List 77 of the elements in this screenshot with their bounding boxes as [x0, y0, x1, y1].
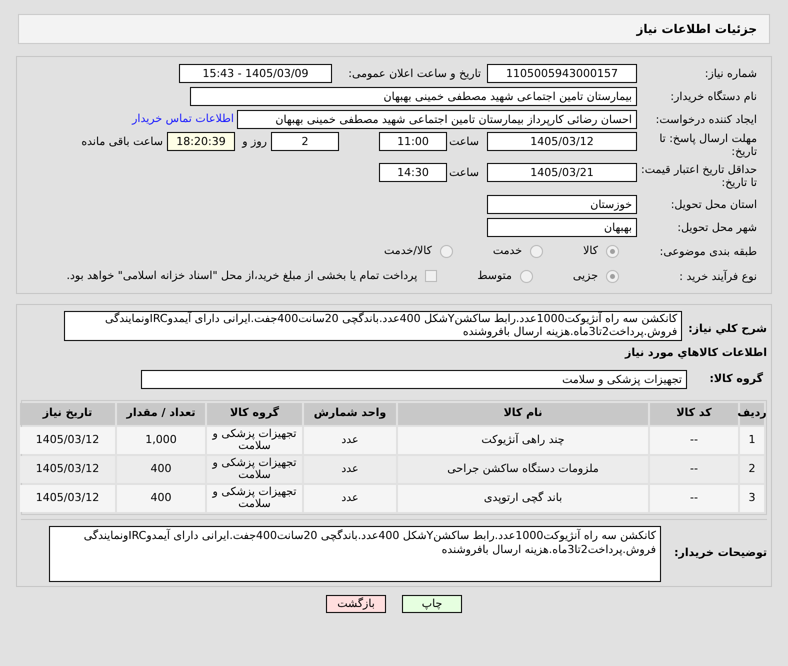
city-field[interactable]: بهبهان: [487, 218, 637, 236]
days-label: روز و: [240, 134, 268, 150]
table-cell: 400: [117, 456, 205, 482]
description-textarea[interactable]: کانکشن سه راه آنژیوکت1000عدد.رابط ساکشنYشکل 400عدد.باندگچی 20سانت400جفت.ایرانی دارای آیمدوIRCونمایندگی فروش.پرداخت2تا3ماه.هزینه ارسال بافروشنده: [64, 311, 682, 341]
time-label: ساعت: [448, 165, 480, 181]
table-cell: 1405/03/12: [20, 426, 115, 454]
radio-label: کالا: [583, 242, 598, 259]
table-cell: 2: [740, 456, 764, 482]
field-label: طبقه بندی موضوعی:: [658, 244, 757, 258]
column-header: نام کالا: [398, 402, 648, 424]
page-title: جزئیات اطلاعات نیاز: [636, 21, 757, 38]
table-cell: 3: [740, 484, 764, 512]
field-label: نوع فرآیند خرید :: [678, 270, 757, 282]
radio-button[interactable]: [440, 244, 453, 258]
table-cell: تجهیزات پزشکی و سلامت: [207, 426, 302, 454]
reply-time-field[interactable]: 11:00: [379, 132, 447, 151]
section-heading: اطلاعات کالاهاي مورد نیاز: [624, 345, 767, 361]
table-cell: --: [650, 426, 738, 454]
validity-date-field[interactable]: 1405/03/21: [487, 163, 637, 182]
field-label: نام دستگاه خریدار:: [669, 90, 757, 102]
validity-time-field[interactable]: 14:30: [379, 163, 447, 182]
table-cell: --: [650, 484, 738, 512]
table-cell: تجهیزات پزشکی و سلامت: [207, 484, 302, 512]
table-cell: 1405/03/12: [20, 484, 115, 512]
radio-button[interactable]: [606, 244, 619, 258]
back-button[interactable]: بازگشت: [326, 594, 386, 612]
field-label: استان محل تحویل:: [670, 198, 757, 210]
column-header: ردیف: [740, 402, 764, 424]
radio-button[interactable]: [530, 244, 544, 258]
requester-field[interactable]: احسان رضائی کارپرداز بیمارستان تامین اجتماعی شهید مصطفی خمینی بهبهان: [237, 110, 637, 128]
column-header: گروه کالا: [207, 402, 302, 424]
radio-label: متوسط: [477, 268, 512, 284]
field-label: شهر محل تحویل:: [676, 220, 757, 234]
table-cell: 1: [740, 426, 764, 454]
checkbox[interactable]: [425, 270, 438, 282]
table-cell: عدد: [304, 426, 396, 454]
time-label: ساعت: [448, 134, 480, 150]
field-label: گروه کالا:: [708, 371, 764, 388]
table-cell: چند راهی آنژیوکت: [398, 426, 648, 454]
table-cell: --: [650, 456, 738, 482]
table-cell: 1405/03/12: [20, 456, 115, 482]
checkbox-label: پرداخت تمام یا بخشی از مبلغ خرید،از محل "اسناد خزانه اسلامی" خواهد بود.: [66, 268, 418, 284]
buyer-org-field[interactable]: بیمارستان تامین اجتماعی شهید مصطفی خمینی بهبهان: [190, 86, 637, 106]
remaining-label: ساعت باقی مانده: [81, 134, 164, 150]
days-field[interactable]: 2: [271, 132, 339, 151]
announce-date-field[interactable]: 1405/03/09 - 15:43: [179, 64, 332, 82]
table-cell: عدد: [304, 484, 396, 512]
province-field[interactable]: خوزستان: [487, 194, 637, 214]
column-header: واحد شمارش: [304, 402, 396, 424]
field-label: تاریخ و ساعت اعلان عمومی:: [347, 66, 482, 80]
column-header: تعداد / مقدار: [117, 402, 205, 424]
field-label: مهلت ارسال پاسخ: تا تاریخ:: [658, 132, 757, 158]
table-cell: ملزومات دستگاه ساکشن جراحی: [398, 456, 648, 482]
need-number-field[interactable]: 1105005943000157: [487, 64, 637, 82]
goods-group-field[interactable]: تجهیزات پزشکی و سلامت: [141, 370, 687, 389]
field-label: ایجاد کننده درخواست:: [654, 112, 757, 126]
remaining-time-field[interactable]: 18:20:39: [167, 132, 235, 151]
buyer-contact-link[interactable]: اطلاعات تماس خریدار: [132, 110, 237, 128]
buyer-notes-textarea[interactable]: کانکشن سه راه آنژیوکت1000عدد.رابط ساکشنYشکل 400عدد.باندگچی 20سانت400جفت.ایرانی دارای آیمدوIRCونمایندگی فروش.پرداخت2تا3ماه.هزینه ارسال بافروشنده: [49, 526, 661, 582]
field-label: توضیحات خریدار:: [673, 545, 767, 562]
table-cell: تجهیزات پزشکی و سلامت: [207, 456, 302, 482]
field-label: شرح کلي نیاز:: [688, 321, 767, 337]
field-label: شماره نیاز:: [704, 66, 757, 80]
radio-label: کالا/خدمت: [384, 242, 432, 259]
column-header: تاریخ نیاز: [20, 402, 115, 424]
table-cell: 400: [117, 484, 205, 512]
radio-label: جزیی: [572, 268, 598, 284]
radio-button[interactable]: [606, 270, 619, 282]
reply-date-field[interactable]: 1405/03/12: [487, 132, 637, 151]
column-header: کد کالا: [650, 402, 738, 424]
table-cell: 1,000: [117, 426, 205, 454]
print-button[interactable]: چاپ: [402, 594, 462, 612]
table-cell: عدد: [304, 456, 396, 482]
field-label: حداقل تاریخ اعتبار قیمت: تا تاریخ:: [640, 163, 757, 189]
table-cell: باند گچی ارتوپدی: [398, 484, 648, 512]
radio-label: خدمت: [492, 242, 522, 259]
radio-button[interactable]: [520, 270, 533, 282]
